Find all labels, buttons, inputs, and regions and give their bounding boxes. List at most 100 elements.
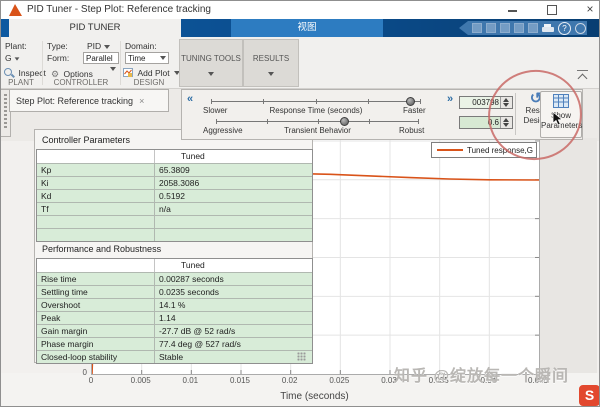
- plant-dropdown[interactable]: G: [5, 53, 20, 63]
- transient-slider-handle[interactable]: [340, 117, 349, 126]
- collapse-left-icon[interactable]: «: [187, 93, 193, 105]
- table-cell: [37, 229, 154, 241]
- parameters-panel: Controller Parameters Tuned Kp 65.3809 Ki 2…: [34, 129, 313, 364]
- x-tick-label: 0.02: [281, 376, 298, 385]
- slider-tick: [211, 99, 212, 104]
- table-cell: Settling time: [41, 287, 88, 297]
- step-down-icon[interactable]: [503, 123, 509, 127]
- x-tick-label: 0.025: [329, 376, 350, 385]
- table-body: Rise time 0.00287 seconds Settling time 0.0…: [37, 272, 312, 363]
- legend-label: Tuned response,G: [467, 145, 533, 155]
- table-cell: [154, 229, 312, 241]
- table-cell: Kd: [41, 191, 52, 201]
- plot-legend: Tuned response,G: [431, 142, 537, 158]
- panel-resize-grip[interactable]: [297, 352, 306, 361]
- x-axis-title: Time (seconds): [280, 391, 349, 402]
- section-label-controller: CONTROLLER: [53, 78, 109, 87]
- domain-value: Time: [128, 54, 146, 63]
- section-label-tuning-tools: TUNING TOOLS: [181, 54, 241, 63]
- table-cell: Gain margin: [41, 326, 88, 336]
- minimize-icon[interactable]: [508, 10, 517, 12]
- table-cell: Ki: [41, 178, 49, 188]
- form-label: Form:: [47, 53, 70, 63]
- redo-icon[interactable]: [528, 23, 538, 33]
- table-header-cell: [37, 150, 154, 163]
- chevron-down-icon: [103, 45, 110, 49]
- table-cell: 65.3809: [154, 164, 312, 176]
- table-header-cell: Tuned: [154, 259, 312, 272]
- table-cell: Closed-loop stability: [41, 352, 118, 362]
- table-row: Closed-loop stability Stable: [37, 350, 312, 363]
- table-body: Kp 65.3809 Ki 2058.3086 Kd 0.5192 Tf n/a: [37, 163, 312, 241]
- copy-icon[interactable]: [500, 23, 510, 33]
- table-cell: Kp: [41, 165, 52, 175]
- add-plot-label: Add Plot: [137, 68, 170, 78]
- step-up-icon[interactable]: [503, 118, 509, 122]
- table-cell: Overshoot: [41, 300, 81, 310]
- controller-parameters-table: Tuned Kp 65.3809 Ki 2058.3086 Kd 0.5192 Tf n/a: [36, 149, 313, 242]
- transient-stepper[interactable]: [500, 117, 512, 128]
- search-icon: [4, 68, 15, 78]
- tab-step-plot-label: Step Plot: Reference tracking: [16, 95, 134, 106]
- domain-dropdown[interactable]: Time: [125, 52, 169, 64]
- ribbon-tab-strip: PID TUNER 视图 ?: [1, 19, 599, 37]
- undo-icon[interactable]: [514, 23, 524, 33]
- step-down-icon[interactable]: [503, 103, 509, 107]
- pid-tuner-window: PID Tuner - Step Plot: Reference trackin…: [0, 0, 600, 407]
- table-header-row: Tuned: [37, 150, 312, 163]
- domain-label: Domain:: [125, 41, 157, 51]
- controller-parameters-title: Controller Parameters: [42, 135, 131, 145]
- expand-right-icon[interactable]: »: [447, 93, 453, 105]
- table-cell: Tf: [41, 204, 49, 214]
- transient-input[interactable]: 0.6: [459, 116, 513, 129]
- watermark-text: 知乎 @绽放每一个瞬间: [394, 368, 570, 385]
- show-parameters-button[interactable]: Show Parameters: [540, 91, 582, 138]
- collapse-ribbon-icon[interactable]: [576, 70, 589, 84]
- tab-step-plot[interactable]: Step Plot: Reference tracking ×: [9, 89, 169, 112]
- table-row: Ki 2058.3086: [37, 176, 312, 189]
- table-row: Gain margin -27.7 dB @ 52 rad/s: [37, 324, 312, 337]
- table-row: Rise time 0.00287 seconds: [37, 272, 312, 285]
- table-row: Phase margin 77.4 deg @ 527 rad/s: [37, 337, 312, 350]
- slider-tick: [369, 119, 370, 124]
- slider-label-faster: Faster: [403, 106, 426, 115]
- table-cell: 0.5192: [154, 190, 312, 202]
- response-time-stepper[interactable]: [500, 97, 512, 108]
- table-row: [37, 215, 312, 228]
- table-row: Kp 65.3809: [37, 163, 312, 176]
- slider-tick: [318, 119, 319, 124]
- form-value: Parallel: [86, 54, 113, 63]
- help-icon[interactable]: ?: [558, 21, 571, 35]
- watermark-logo: S: [579, 385, 599, 406]
- tab-close-icon[interactable]: ×: [139, 96, 144, 106]
- response-time-value: 003798: [472, 98, 499, 107]
- slider-tick: [420, 99, 421, 104]
- slider-tick: [368, 99, 369, 104]
- table-cell: Peak: [41, 313, 61, 323]
- chevron-down-icon: [14, 57, 20, 61]
- response-time-slider-handle[interactable]: [406, 97, 415, 106]
- tab-view[interactable]: 视图: [231, 19, 383, 37]
- save-icon[interactable]: [472, 23, 482, 33]
- section-tuning-tools[interactable]: TUNING TOOLS: [179, 39, 243, 87]
- table-cell: Rise time: [41, 274, 77, 284]
- close-icon[interactable]: ×: [579, 2, 599, 16]
- response-time-input[interactable]: 003798: [459, 96, 513, 109]
- table-cell: 0.00287 seconds: [154, 273, 312, 285]
- maximize-icon[interactable]: [547, 5, 557, 15]
- chevron-down-icon: [110, 67, 116, 71]
- type-dropdown[interactable]: PID: [87, 41, 110, 51]
- more-options-icon[interactable]: [575, 22, 586, 34]
- slider-tick: [263, 99, 264, 104]
- table-cell: Phase margin: [41, 339, 94, 349]
- table-cell: [154, 216, 312, 228]
- table-cell: 0.0235 seconds: [154, 286, 312, 298]
- form-dropdown[interactable]: Parallel: [83, 52, 119, 71]
- cut-icon[interactable]: [486, 23, 496, 33]
- table-row: Kd 0.5192: [37, 189, 312, 202]
- section-results[interactable]: RESULTS: [243, 39, 299, 87]
- tab-pid-tuner[interactable]: PID TUNER: [9, 19, 181, 37]
- print-icon[interactable]: [542, 23, 554, 33]
- step-up-icon[interactable]: [503, 98, 509, 102]
- show-parameters-label-2: Parameters: [541, 121, 583, 130]
